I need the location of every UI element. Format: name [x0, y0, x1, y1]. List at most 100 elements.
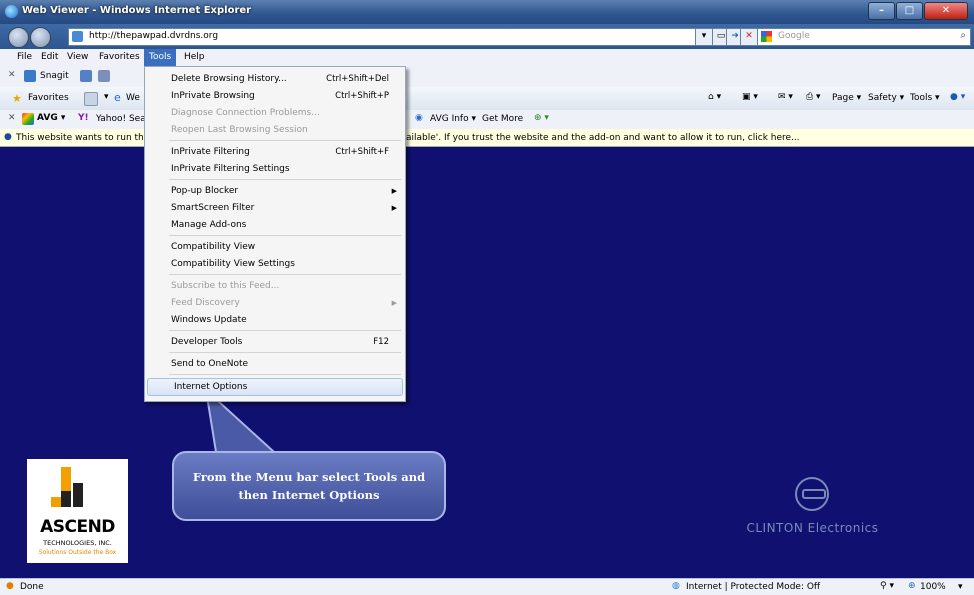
infobar-text-right: ailable'. If you trust the website and t… — [406, 133, 800, 143]
clinton-logo: CLINTON Electronics — [745, 477, 880, 543]
address-bar[interactable]: http://thepawpad.dvrdns.org — [68, 28, 710, 46]
search-placeholder: Google — [778, 31, 810, 41]
instruction-callout: From the Menu bar select Tools and then … — [172, 451, 446, 521]
menu-item-label: Send to OneNote — [171, 359, 249, 369]
menu-item-reopen-last-browsing-session: Reopen Last Browsing Session — [145, 122, 405, 138]
menu-item-pop-up-blocker[interactable]: Pop-up Blocker ▶ — [145, 183, 405, 199]
ascend-logo: ASCEND TECHNOLOGIES, INC. Solutions Outs… — [27, 459, 128, 563]
page-menu-button[interactable]: Page ▾ — [832, 93, 861, 103]
safety-menu-button[interactable]: Safety ▾ — [868, 93, 904, 103]
zoom-icon: ⊕ — [908, 581, 916, 591]
menu-item-send-to-onenote[interactable]: Send to OneNote — [145, 356, 405, 372]
menu-item-shortcut: Ctrl+Shift+Del — [326, 74, 389, 84]
menu-file[interactable]: File — [12, 49, 37, 66]
menu-item-label: Feed Discovery — [171, 298, 240, 308]
menu-item-label: InPrivate Filtering Settings — [171, 164, 290, 174]
menu-item-shortcut: Ctrl+Shift+F — [335, 147, 389, 157]
menu-item-label: Internet Options — [174, 382, 248, 392]
menu-bar: File Edit View Favorites Tools Help — [0, 49, 974, 67]
back-button[interactable] — [8, 27, 29, 48]
close-toolbar-icon[interactable]: ✕ — [8, 70, 16, 80]
internet-explorer-icon — [5, 5, 18, 18]
help-icon[interactable]: ● ▾ — [950, 92, 965, 102]
menu-item-manage-add-ons[interactable]: Manage Add-ons — [145, 217, 405, 233]
security-zone[interactable]: Internet | Protected Mode: Off — [686, 582, 820, 592]
menu-help[interactable]: Help — [179, 49, 210, 66]
menu-item-subscribe-to-this-feed: Subscribe to this Feed... — [145, 278, 405, 294]
protected-mode-icon[interactable]: ⚲ ▾ — [880, 581, 894, 591]
ascend-tagline: Solutions Outside the Box — [38, 549, 117, 556]
menu-edit[interactable]: Edit — [36, 49, 63, 66]
submenu-arrow-icon: ▶ — [391, 204, 397, 212]
window-title: Web Viewer - Windows Internet Explorer — [22, 5, 252, 16]
snagit-capture-icon[interactable] — [80, 70, 92, 82]
avg-addon-icon[interactable]: ⊕ ▾ — [534, 113, 549, 123]
menu-item-compatibility-view-settings[interactable]: Compatibility View Settings — [145, 256, 405, 272]
menu-item-label: SmartScreen Filter — [171, 203, 255, 213]
menu-separator — [169, 274, 401, 275]
menu-view[interactable]: View — [62, 49, 93, 66]
callout-line-2: then Internet Options — [238, 488, 380, 502]
address-url: http://thepawpad.dvrdns.org — [89, 31, 219, 41]
status-warning-icon: ● — [6, 581, 14, 591]
menu-item-compatibility-view[interactable]: Compatibility View — [145, 239, 405, 255]
menu-tools[interactable]: Tools — [144, 49, 177, 66]
forward-button[interactable] — [30, 27, 51, 48]
ascend-name: ASCEND — [40, 517, 115, 537]
title-bar: Web Viewer - Windows Internet Explorer –… — [0, 0, 974, 24]
menu-item-label: InPrivate Browsing — [171, 91, 255, 101]
status-bar: ● Done ◍ Internet | Protected Mode: Off … — [0, 578, 974, 595]
print-icon[interactable]: ⎙ ▾ — [806, 92, 821, 102]
menu-item-inprivate-browsing[interactable]: InPrivate Browsing Ctrl+Shift+P — [145, 88, 405, 104]
menu-separator — [169, 374, 401, 375]
zoom-level[interactable]: 100% — [920, 582, 946, 592]
maximize-button[interactable]: □ — [896, 2, 923, 20]
yahoo-search-input[interactable]: Yahoo! Sea — [96, 114, 146, 124]
search-box[interactable]: Google ⌕ — [757, 28, 971, 46]
menu-item-developer-tools[interactable]: Developer Tools F12 — [145, 334, 405, 350]
mail-icon[interactable]: ✉ ▾ — [778, 92, 793, 102]
menu-item-label: Diagnose Connection Problems... — [171, 108, 320, 118]
menu-separator — [169, 352, 401, 353]
avg-menu-button[interactable]: AVG ▾ — [37, 113, 65, 123]
snagit-settings-icon[interactable] — [98, 70, 110, 82]
address-dropdown-icon[interactable]: ▾ — [695, 28, 713, 46]
browser-tab[interactable]: We — [126, 93, 140, 103]
favorites-button[interactable]: Favorites — [28, 93, 69, 103]
menu-item-diagnose-connection-problems: Diagnose Connection Problems... — [145, 105, 405, 121]
close-button[interactable]: ✕ — [924, 2, 968, 20]
menu-item-label: Subscribe to this Feed... — [171, 281, 280, 291]
ie-tab-icon: e — [114, 91, 121, 104]
minimize-button[interactable]: – — [868, 2, 895, 20]
menu-item-internet-options[interactable]: Internet Options — [147, 378, 403, 396]
google-icon — [761, 31, 772, 42]
status-text: Done — [20, 582, 44, 592]
snagit-icon — [24, 70, 36, 82]
zoom-dropdown-icon[interactable]: ▾ — [958, 582, 963, 592]
menu-item-label: Windows Update — [171, 315, 247, 325]
snagit-label[interactable]: Snagit — [40, 71, 69, 81]
home-icon[interactable]: ⌂ ▾ — [708, 92, 721, 102]
menu-item-label: Manage Add-ons — [171, 220, 247, 230]
get-more-button[interactable]: Get More — [482, 114, 523, 124]
globe-icon: ◍ — [672, 581, 680, 591]
menu-separator — [169, 179, 401, 180]
menu-item-smartscreen-filter[interactable]: SmartScreen Filter ▶ — [145, 200, 405, 216]
avg-info-button[interactable]: AVG Info ▾ — [430, 114, 476, 124]
page-favicon-icon — [72, 31, 83, 42]
quick-tabs-icon[interactable] — [84, 92, 98, 106]
feeds-icon[interactable]: ▣ ▾ — [742, 92, 758, 102]
search-icon[interactable]: ⌕ — [960, 30, 966, 41]
close-avg-toolbar-icon[interactable]: ✕ — [8, 113, 16, 123]
menu-item-inprivate-filtering[interactable]: InPrivate Filtering Ctrl+Shift+F — [145, 144, 405, 160]
tools-menu-button[interactable]: Tools ▾ — [910, 93, 940, 103]
submenu-arrow-icon: ▶ — [391, 187, 397, 195]
favorites-star-icon: ★ — [12, 92, 22, 105]
submenu-arrow-icon: ▶ — [391, 299, 397, 307]
ascend-sub: TECHNOLOGIES, INC. — [43, 539, 112, 547]
menu-favorites[interactable]: Favorites — [94, 49, 145, 66]
stop-icon[interactable]: ✕ — [740, 28, 758, 46]
menu-item-delete-browsing-history[interactable]: Delete Browsing History... Ctrl+Shift+Del — [145, 71, 405, 87]
menu-item-inprivate-filtering-settings[interactable]: InPrivate Filtering Settings — [145, 161, 405, 177]
menu-item-windows-update[interactable]: Windows Update — [145, 312, 405, 328]
